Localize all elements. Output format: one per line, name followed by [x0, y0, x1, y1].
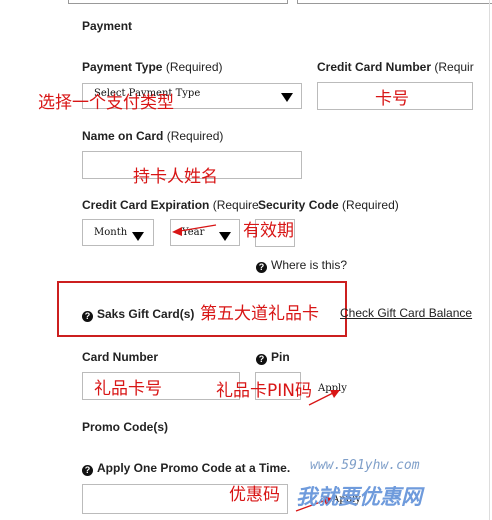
watermark-url: www.591yhw.com	[310, 458, 420, 473]
arrowhead-expiry	[172, 227, 182, 236]
arrow-expiry	[179, 224, 217, 232]
watermark-text: 我就要优惠网	[296, 485, 422, 509]
annotation-arrows	[172, 224, 340, 512]
arrow-gift-apply	[308, 392, 334, 406]
